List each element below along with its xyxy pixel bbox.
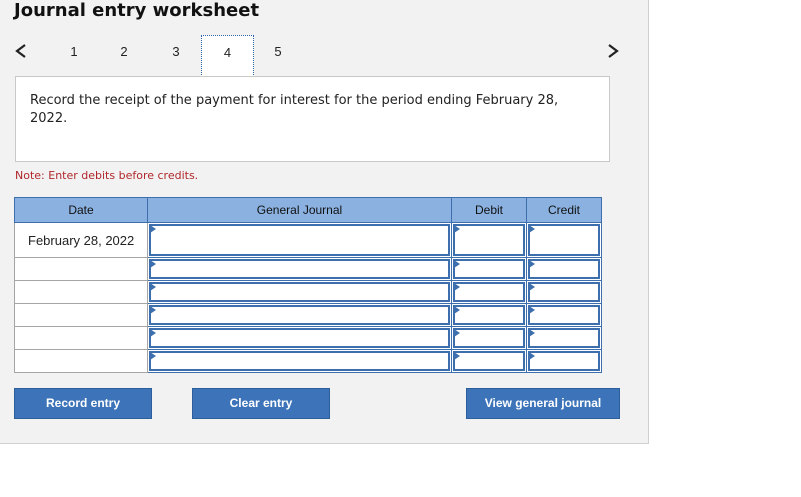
journal-cell[interactable] [147,326,452,350]
journal-input[interactable] [149,328,450,348]
worksheet-panel: Journal entry worksheet 1 2 3 4 5 Record… [0,0,649,444]
journal-input[interactable] [149,351,450,371]
table-row [14,280,602,304]
journal-cell[interactable] [147,303,452,327]
step-4-label: 4 [223,45,232,60]
debit-input[interactable] [453,305,525,325]
debit-input[interactable] [453,259,525,279]
credit-input[interactable] [528,351,600,371]
credit-cell[interactable] [526,257,602,281]
header-general-journal: General Journal [147,197,452,223]
step-2[interactable]: 2 [114,44,134,59]
credit-input[interactable] [528,259,600,279]
instruction-box: Record the receipt of the payment for in… [15,76,610,162]
credit-cell[interactable] [526,280,602,304]
worksheet-title: Journal entry worksheet [14,0,260,21]
credit-cell[interactable] [526,349,602,373]
debit-cell[interactable] [451,257,527,281]
header-credit: Credit [526,197,602,223]
credit-cell[interactable] [526,303,602,327]
credit-input[interactable] [528,305,600,325]
debit-cell[interactable] [451,349,527,373]
journal-cell[interactable] [147,257,452,281]
step-3[interactable]: 3 [166,44,186,59]
credit-input[interactable] [528,282,600,302]
chevron-left-icon[interactable] [14,43,28,59]
journal-cell[interactable] [147,280,452,304]
journal-table: Date General Journal Debit Credit Februa… [14,197,602,373]
date-cell: February 28, 2022 [14,222,148,258]
debit-input[interactable] [453,351,525,371]
journal-cell[interactable] [147,222,452,258]
table-header-row: Date General Journal Debit Credit [14,197,602,223]
debit-cell[interactable] [451,222,527,258]
step-5[interactable]: 5 [268,44,288,59]
debit-cell[interactable] [451,303,527,327]
debit-input[interactable] [453,328,525,348]
chevron-right-icon[interactable] [606,43,620,59]
record-entry-button[interactable]: Record entry [14,388,152,419]
journal-input[interactable] [149,259,450,279]
journal-input[interactable] [149,282,450,302]
debit-input[interactable] [453,224,525,256]
header-date: Date [14,197,148,223]
credit-input[interactable] [528,224,600,256]
debit-input[interactable] [453,282,525,302]
date-cell[interactable] [14,349,148,373]
table-row [14,349,602,373]
date-cell[interactable] [14,326,148,350]
table-row [14,257,602,281]
journal-cell[interactable] [147,349,452,373]
table-row [14,326,602,350]
date-cell[interactable] [14,303,148,327]
clear-entry-button[interactable]: Clear entry [192,388,330,419]
debit-cell[interactable] [451,326,527,350]
table-row: February 28, 2022 [14,222,602,258]
step-1[interactable]: 1 [64,44,84,59]
instruction-text: Record the receipt of the payment for in… [30,93,559,126]
credit-cell[interactable] [526,222,602,258]
date-cell[interactable] [14,280,148,304]
table-row [14,303,602,327]
journal-input[interactable] [149,224,450,256]
note-text: Note: Enter debits before credits. [15,169,199,182]
header-debit: Debit [451,197,527,223]
step-4-active[interactable]: 4 [201,35,254,77]
credit-input[interactable] [528,328,600,348]
journal-input[interactable] [149,305,450,325]
credit-cell[interactable] [526,326,602,350]
debit-cell[interactable] [451,280,527,304]
date-cell[interactable] [14,257,148,281]
view-general-journal-button[interactable]: View general journal [466,388,620,419]
